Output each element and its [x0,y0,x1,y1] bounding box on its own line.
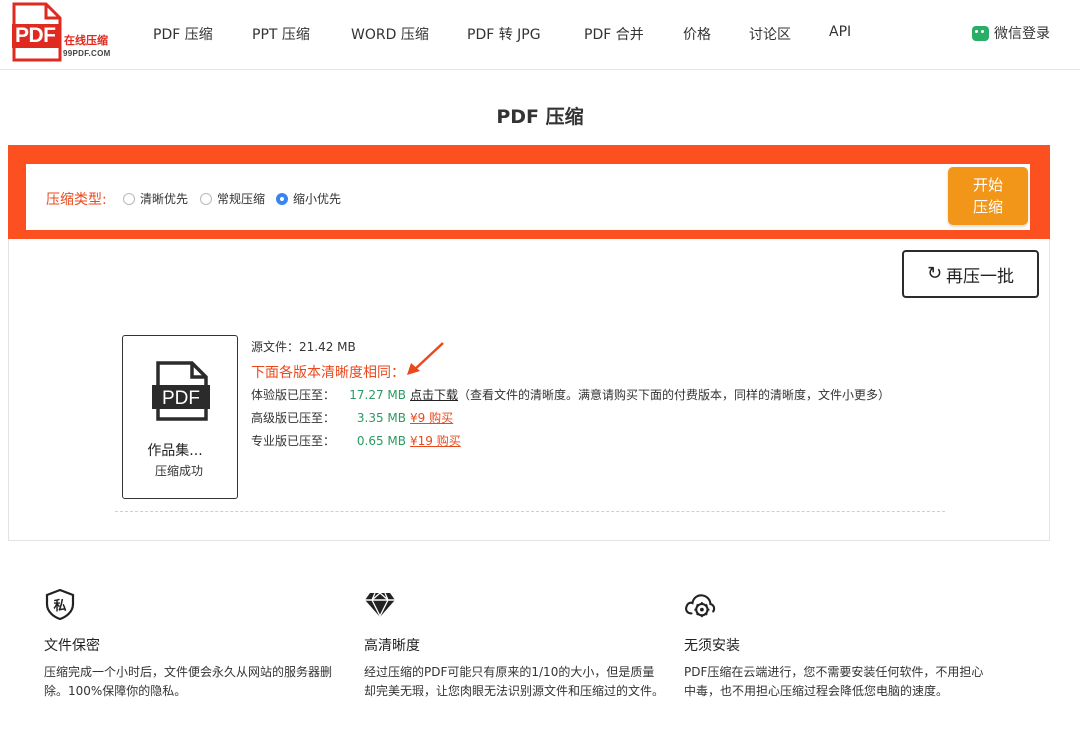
private-shield-icon: 私 [45,588,75,620]
feature-title: 文件保密 [44,638,100,654]
recompress-label: 再压一批 [946,266,1015,287]
source-size: 21.42 MB [299,340,356,354]
nav-word-compress[interactable]: WORD 压缩 [351,24,429,44]
logo-domain-text: 99PDF.COM [63,49,111,58]
shield-badge-text: 私 [53,598,66,614]
recompress-button[interactable]: ↻ 再压一批 [902,250,1039,298]
compress-options-panel: 压缩类型: 清晰优先 常规压缩 缩小优先 开始 压缩 [26,164,1030,230]
radio-label: 常规压缩 [217,192,266,206]
dashed-divider [115,511,945,512]
nav-api[interactable]: API [829,24,851,40]
wechat-icon [972,25,989,41]
result-panel: ↻ 再压一批 PDF 作品集... 压缩成功 源文件：21.42 MB 下面各版… [8,239,1050,541]
radio-label: 清晰优先 [140,192,189,206]
feature-title: 无须安装 [684,638,740,654]
compress-options-band: 压缩类型: 清晰优先 常规压缩 缩小优先 开始 压缩 [8,145,1050,239]
nav-pdf-compress[interactable]: PDF 压缩 [153,24,213,44]
start-label-line1: 开始 [972,176,1003,194]
compress-type-label: 压缩类型: [46,192,107,208]
top-nav-bar: PDF 在线压缩 99PDF.COM PDF 压缩 PPT 压缩 WORD 压缩… [0,0,1080,70]
radio-normal-compress[interactable]: 常规压缩 [200,190,265,207]
feature-title: 高清晰度 [364,638,420,654]
radio-circle [123,192,135,205]
trial-note: （查看文件的清晰度。满意请购买下面的付费版本，同样的清晰度，文件小更多） [458,388,891,402]
logo-pdf-text: PDF [12,24,59,48]
radio-circle [200,192,212,205]
feature-desc: 经过压缩的PDF可能只有原来的1/10的大小，但是质量却完美无瑕，让您肉眼无法识… [364,665,665,698]
trial-version-row: 体验版已压至： 17.27 MB 点击下载（查看文件的清晰度。满意请购买下面的付费版… [251,386,890,403]
file-name: 作品集... [147,443,203,459]
pro-version-row: 专业版已压至： 0.65 MB ¥19 购买 [251,432,461,449]
trial-size: 17.27 MB [349,388,407,402]
pro-label: 专业版已压至： [251,434,336,448]
source-size-row: 源文件：21.42 MB [251,338,356,355]
feature-desc: PDF压缩在云端进行，您不需要安装任何软件，不用担心中毒，也不用担心压缩过程会降… [684,665,984,698]
nav-ppt-compress[interactable]: PPT 压缩 [252,24,310,44]
advanced-buy-link[interactable]: ¥9 购买 [410,411,453,425]
nav-pdf-merge[interactable]: PDF 合并 [584,24,644,44]
trial-download-link[interactable]: 点击下载 [410,388,458,402]
logo-cn-text: 在线压缩 [64,34,108,47]
wechat-login-button[interactable]: 微信登录 [972,23,1050,43]
same-clarity-notice: 下面各版本清晰度相同： [251,365,405,381]
radio-label: 缩小优先 [293,192,342,206]
pdf-badge-text: PDF [162,388,200,409]
file-status: 压缩成功 [154,464,203,478]
advanced-version-row: 高级版已压至： 3.35 MB ¥9 购买 [251,409,453,426]
login-label: 微信登录 [994,26,1050,42]
refresh-icon: ↻ [926,263,943,284]
site-logo[interactable]: PDF 在线压缩 99PDF.COM [8,2,128,66]
start-label-line2: 压缩 [972,198,1003,216]
source-label: 源文件： [251,340,300,354]
trial-label: 体验版已压至： [251,388,336,402]
feature-desc: 压缩完成一个小时后，文件便会永久从网站的服务器删除。100%保障你的隐私。 [44,665,333,698]
page-title: PDF 压缩 [496,106,584,128]
advanced-label: 高级版已压至： [251,411,336,425]
pointer-arrow-icon [407,342,444,375]
start-compress-button[interactable]: 开始 压缩 [948,167,1028,225]
radio-circle-checked [276,192,288,205]
nav-pdf-to-jpg[interactable]: PDF 转 JPG [467,24,541,44]
radio-smallest-first[interactable]: 缩小优先 [276,190,341,207]
nav-pricing[interactable]: 价格 [683,24,711,44]
cloud-gear-icon [685,594,716,618]
radio-clarity-first[interactable]: 清晰优先 [123,190,188,207]
nav-forum[interactable]: 讨论区 [749,24,791,44]
file-card[interactable]: PDF 作品集... 压缩成功 [122,335,238,499]
advanced-size: 3.35 MB [356,411,407,425]
pro-buy-link[interactable]: ¥19 购买 [410,434,461,448]
diamond-icon [365,592,395,618]
pdf-file-icon: PDF [152,361,210,421]
pro-size: 0.65 MB [356,434,407,448]
